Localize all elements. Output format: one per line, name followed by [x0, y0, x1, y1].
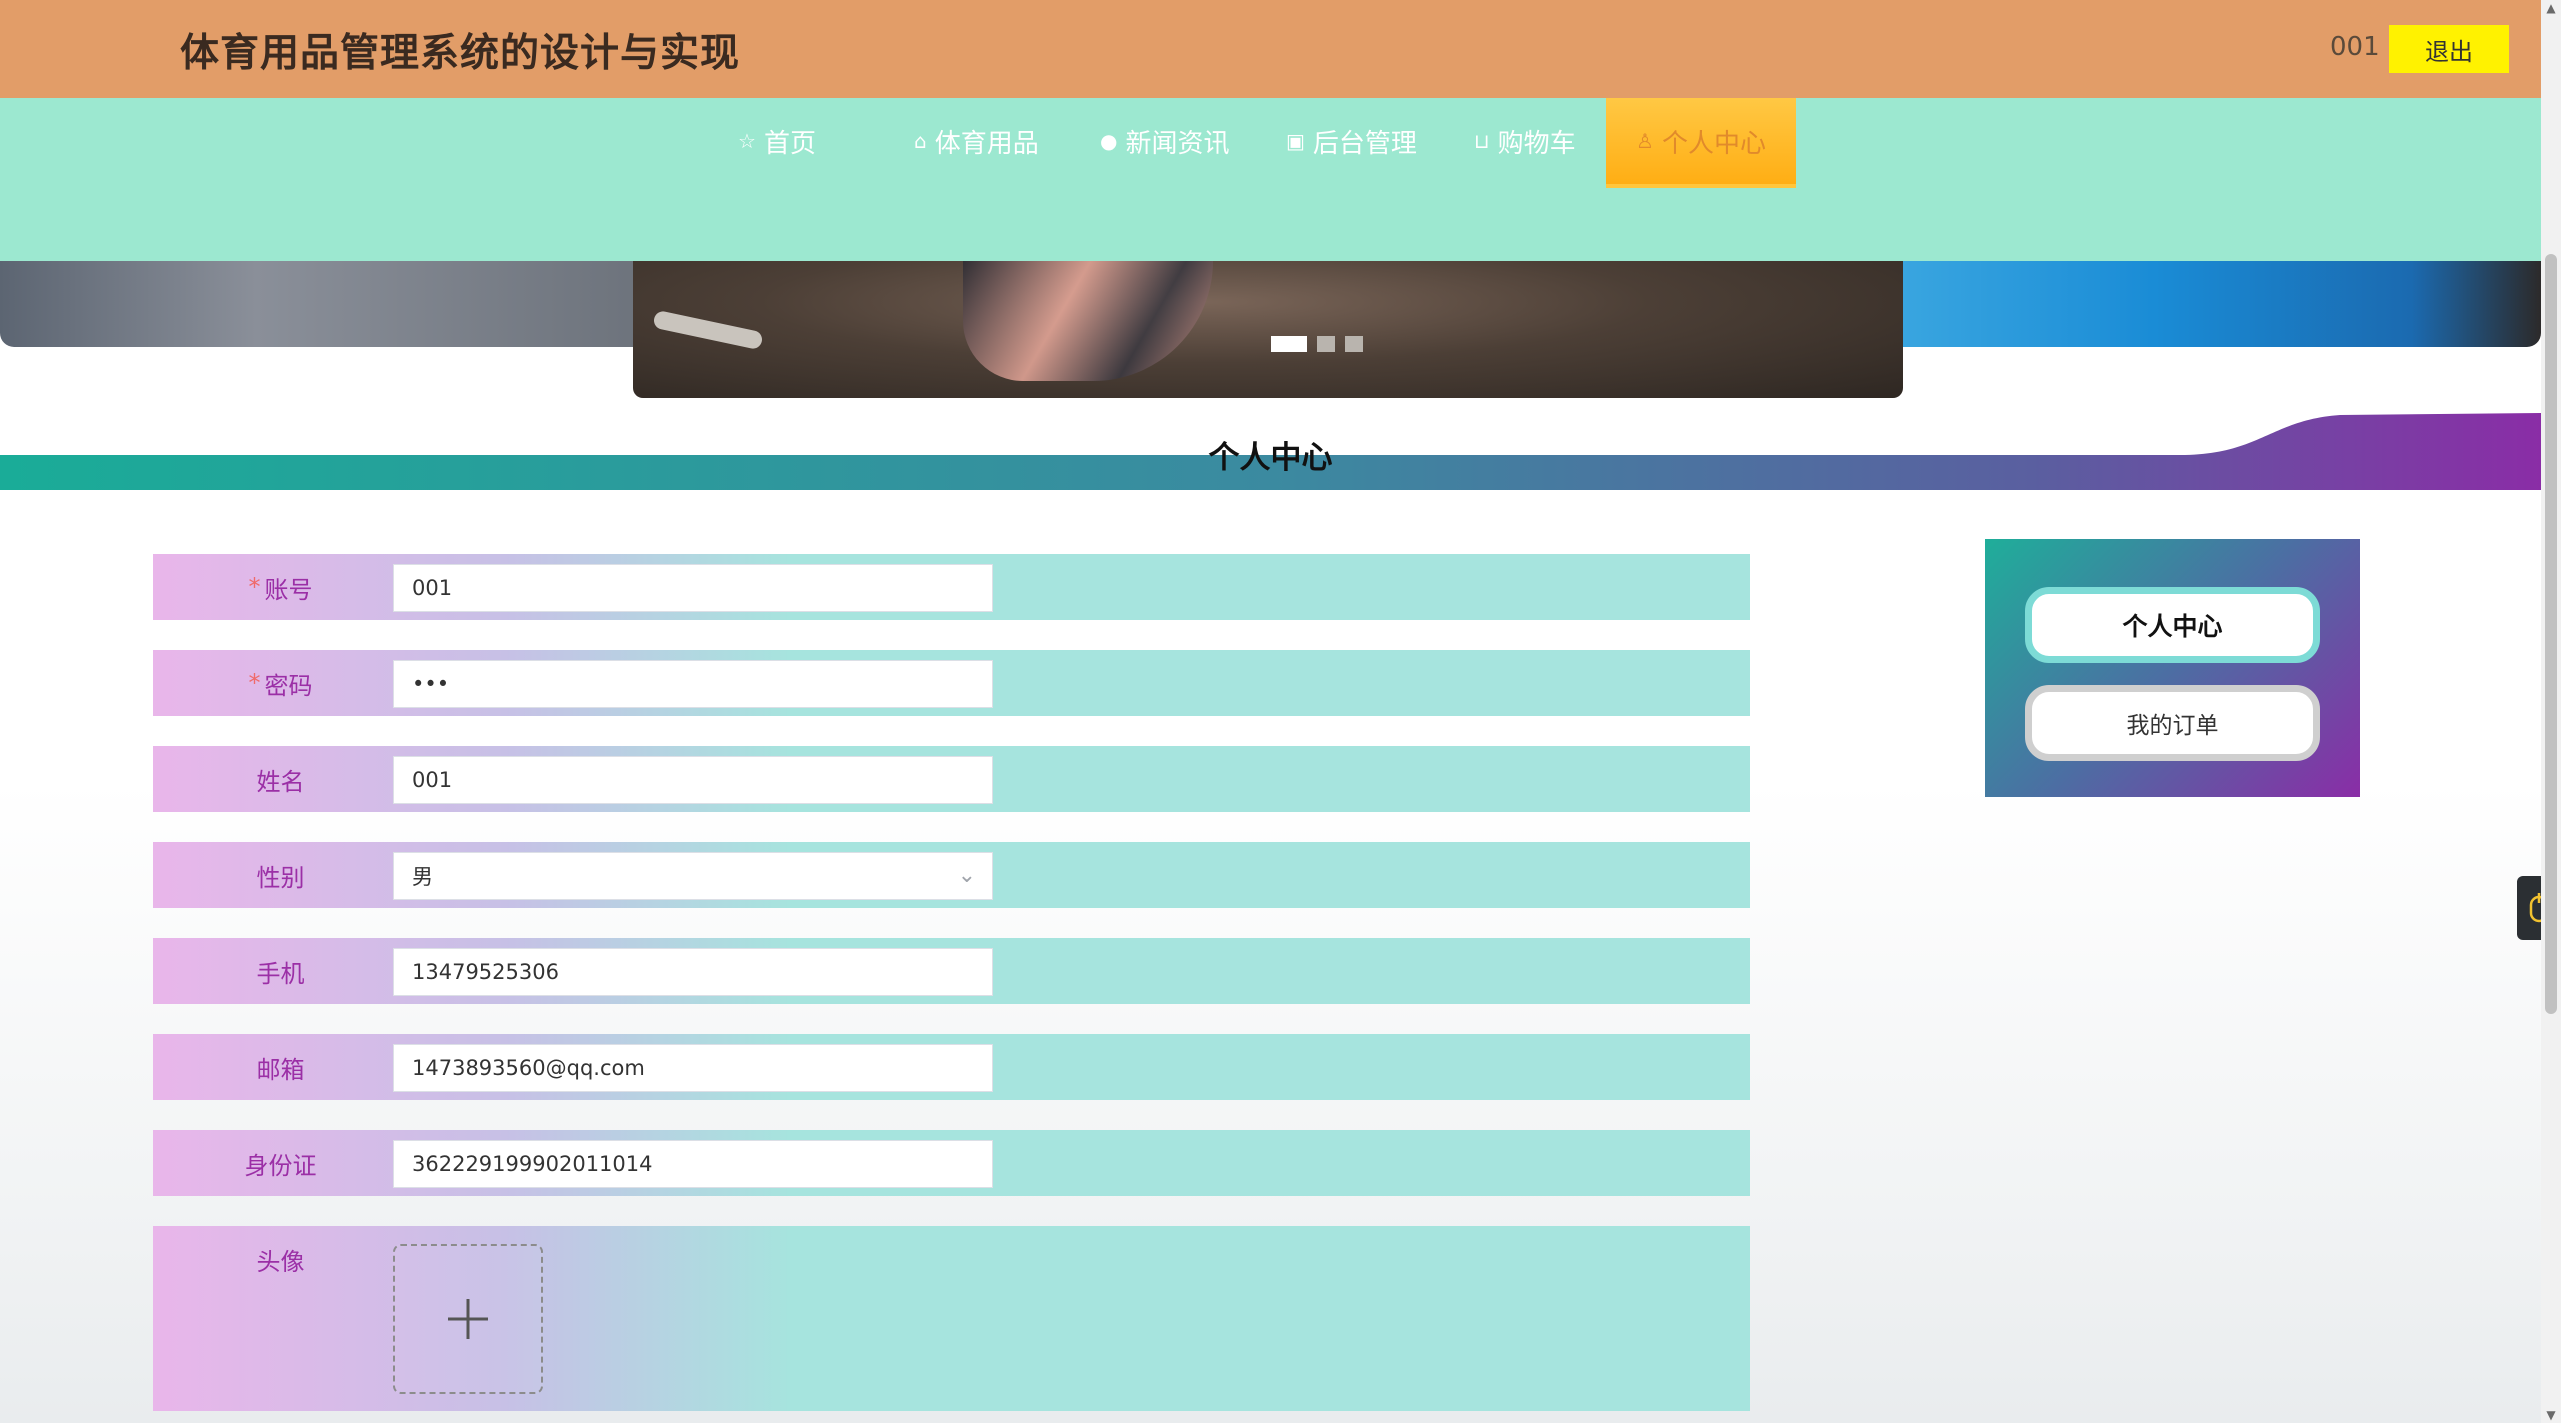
field-label-text: 头像	[256, 1247, 305, 1276]
password-input[interactable]: •••	[393, 660, 993, 708]
nav-item-label: 后台管理	[1312, 128, 1417, 159]
banner-carousel	[0, 261, 2541, 401]
scroll-down-arrow-icon[interactable]: ▼	[2545, 1409, 2557, 1421]
side-menu-profile[interactable]: 个人中心	[2025, 587, 2320, 663]
account-input[interactable]: 001	[393, 564, 993, 612]
form-row-password: * 密码 •••	[153, 650, 1750, 716]
name-input[interactable]: 001	[393, 756, 993, 804]
banner-image-detail	[652, 309, 764, 351]
current-username: 001	[2330, 32, 2380, 62]
nav-item-news[interactable]: ● 新闻资讯	[1100, 98, 1229, 184]
carousel-dot-3[interactable]	[1345, 336, 1363, 352]
form-row-name: 姓名 001	[153, 746, 1750, 812]
field-label: * 密码	[153, 650, 408, 716]
field-label-text: 身份证	[244, 1151, 317, 1180]
field-label-text: 账号	[264, 575, 313, 604]
email-input[interactable]: 1473893560@qq.com	[393, 1044, 993, 1092]
carousel-dot-2[interactable]	[1317, 336, 1335, 352]
side-menu: 个人中心 我的订单	[1985, 539, 2360, 797]
required-mark: *	[248, 573, 261, 601]
form-row-phone: 手机 13479525306	[153, 938, 1750, 1004]
field-label-text: 性别	[256, 863, 305, 892]
field-label: * 账号	[153, 554, 408, 620]
main-nav: ☆ 首页 ⌂ 体育用品 ● 新闻资讯 ▣ 后台管理 ⊔ 购物车 ♙ 个人中心	[0, 98, 2541, 261]
form-row-avatar: 头像	[153, 1226, 1750, 1411]
nav-item-cart[interactable]: ⊔ 购物车	[1474, 98, 1576, 184]
side-menu-orders[interactable]: 我的订单	[2025, 685, 2320, 761]
user-icon: ♙	[1636, 129, 1654, 153]
form-row-email: 邮箱 1473893560@qq.com	[153, 1034, 1750, 1100]
required-mark: *	[248, 669, 261, 697]
chevron-down-icon: ⌄	[957, 863, 976, 888]
form-row-id-card: 身份证 362229199902011014	[153, 1130, 1750, 1196]
bag-icon: ⌂	[914, 129, 927, 153]
top-header: 体育用品管理系统的设计与实现 001 退出	[0, 0, 2541, 98]
nav-item-label: 首页	[763, 128, 816, 159]
plus-icon	[448, 1299, 488, 1339]
banner-slide-prev[interactable]	[0, 261, 640, 347]
field-label: 姓名	[153, 746, 408, 812]
section-title: 个人中心	[1208, 440, 1333, 476]
field-label-text: 姓名	[256, 767, 305, 796]
nav-item-admin[interactable]: ▣ 后台管理	[1286, 98, 1417, 184]
site-title: 体育用品管理系统的设计与实现	[180, 31, 741, 76]
nav-item-label: 个人中心	[1661, 128, 1766, 159]
field-label: 身份证	[153, 1130, 408, 1196]
nav-item-sports-goods[interactable]: ⌂ 体育用品	[914, 98, 1039, 184]
id-card-input[interactable]: 362229199902011014	[393, 1140, 993, 1188]
field-label-text: 密码	[264, 671, 313, 700]
nav-item-label: 新闻资讯	[1125, 128, 1230, 159]
nav-item-home[interactable]: ☆ 首页	[738, 98, 816, 184]
form-row-gender: 性别 男 ⌄	[153, 842, 1750, 908]
info-icon: ●	[1100, 129, 1118, 153]
field-label-text: 手机	[256, 959, 305, 988]
field-label: 手机	[153, 938, 408, 1004]
gender-select-value: 男	[412, 865, 433, 889]
field-label: 头像	[153, 1226, 408, 1292]
logout-button[interactable]: 退出	[2389, 25, 2509, 73]
gender-select[interactable]: 男 ⌄	[393, 852, 993, 900]
nav-item-label: 购物车	[1497, 128, 1576, 159]
banner-slide-next[interactable]	[1895, 261, 2541, 347]
form-row-account: * 账号 001	[153, 554, 1750, 620]
star-icon: ☆	[738, 129, 756, 153]
phone-input[interactable]: 13479525306	[393, 948, 993, 996]
scrollbar-thumb[interactable]	[2545, 254, 2557, 1014]
field-label: 性别	[153, 842, 408, 908]
banner-slide-current[interactable]	[633, 261, 1903, 398]
avatar-uploader[interactable]	[393, 1244, 543, 1394]
carousel-dot-1[interactable]	[1271, 336, 1307, 352]
nav-item-label: 体育用品	[934, 128, 1039, 159]
nav-item-profile[interactable]: ♙ 个人中心	[1606, 98, 1796, 184]
page-scrollbar[interactable]: ▲ ▼	[2541, 0, 2561, 1423]
briefcase-icon: ▣	[1286, 129, 1305, 153]
scroll-up-arrow-icon[interactable]: ▲	[2545, 2, 2557, 14]
banner-image-detail	[963, 261, 1213, 381]
cart-icon: ⊔	[1474, 129, 1490, 153]
carousel-indicators	[1271, 336, 1363, 352]
field-label: 邮箱	[153, 1034, 408, 1100]
field-label-text: 邮箱	[256, 1055, 305, 1084]
